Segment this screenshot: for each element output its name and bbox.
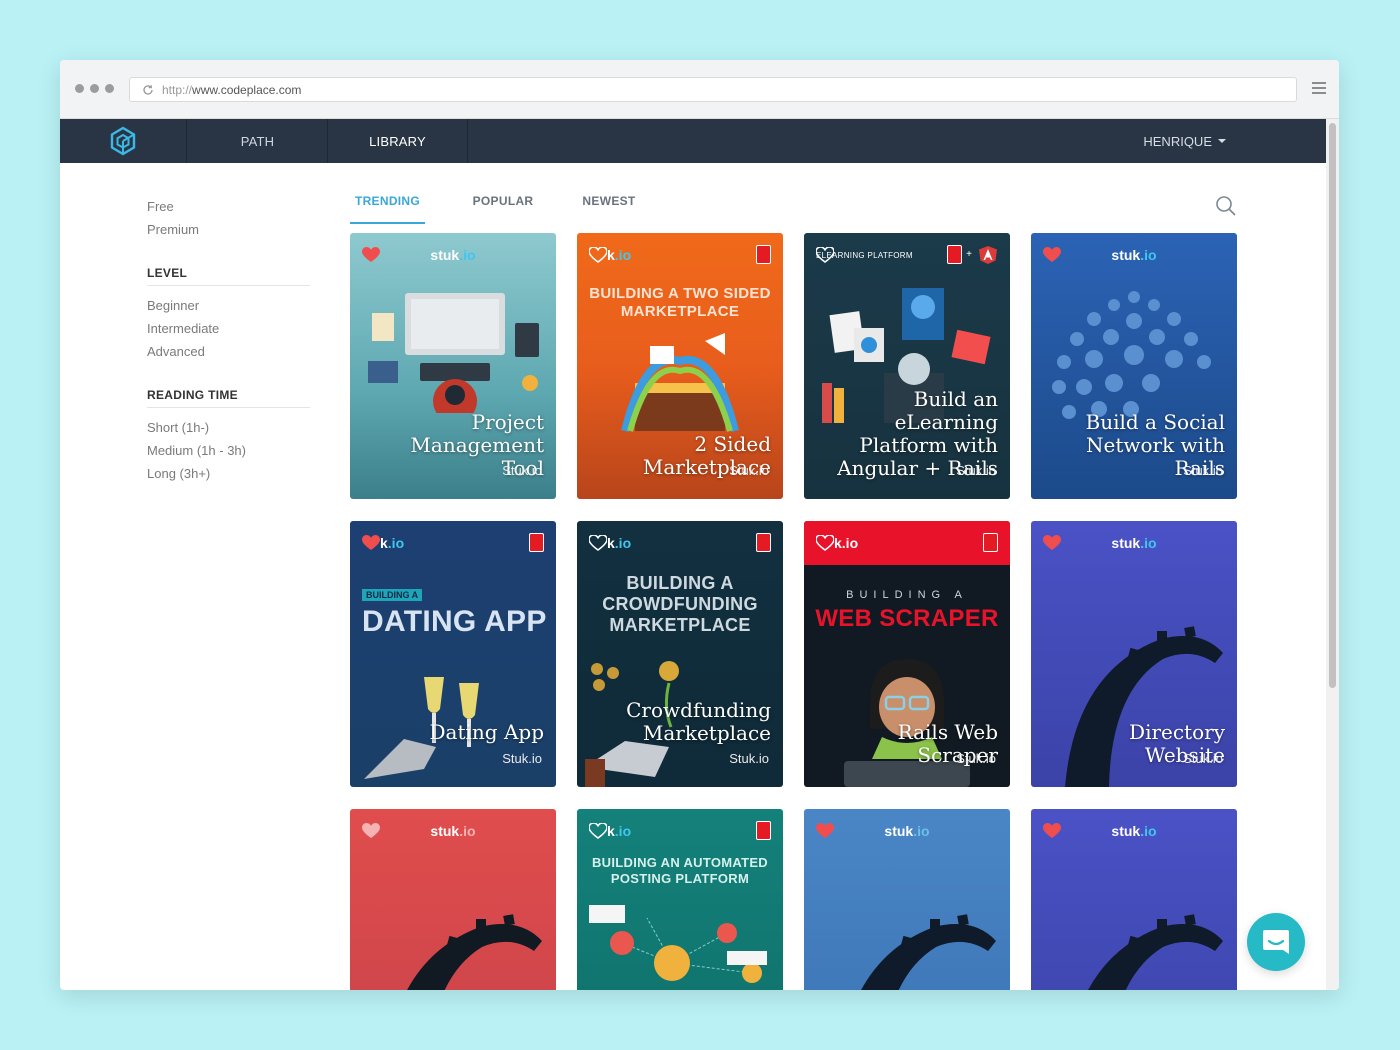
window-dot[interactable] [75,84,84,93]
rails-tentacle-illustration [1088,914,1223,990]
partner-label: ELEARNING PLATFORM [816,251,913,260]
course-card[interactable]: k.io BUILDING A WEB SCRAPER Rails Web Sc… [804,521,1010,787]
card-headline: BUILDING A [846,589,968,601]
stuk-logo: k.io [607,823,632,839]
stuk-logo: stuk.io [884,823,930,839]
stuk-logo: k.io [834,535,859,551]
tab-newest[interactable]: NEWEST [576,188,642,224]
card-author: Stuk.io [502,751,542,766]
course-card[interactable]: stuk.io Directory Website Stuk.io [1031,521,1237,787]
filter-intermediate[interactable]: Intermediate [147,317,310,340]
heart-icon[interactable] [589,535,607,551]
search-icon[interactable] [1215,195,1237,217]
filter-premium[interactable]: Premium [147,218,310,241]
card-headline: WEB SCRAPER [815,605,999,632]
hamburger-menu-icon[interactable] [1312,82,1326,97]
plus-sign: + [966,249,972,260]
network-illustration [589,905,767,983]
card-author: Stuk.io [1183,751,1223,766]
card-title: Dating App [429,720,544,744]
card-author: Stuk.io [1183,463,1223,478]
rails-badge-icon [983,533,998,552]
course-card[interactable]: stuk.io Build a Social Network with Rails… [1031,233,1237,499]
stuk-logo: stuk.io [430,247,476,263]
tab-trending[interactable]: TRENDING [350,188,425,224]
filter-sidebar: Free Premium LEVEL Beginner Intermediate… [147,195,310,485]
address-bar[interactable]: http://www.codeplace.com [129,77,1297,102]
building-tag: BUILDING A [362,589,423,601]
chat-icon [1263,930,1289,954]
rails-badge-icon [947,245,962,264]
card-author: Stuk.io [729,463,769,478]
url-text: http://www.codeplace.com [162,82,302,97]
filter-long[interactable]: Long (3h+) [147,462,310,485]
course-card[interactable]: stuk.io [804,809,1010,990]
heart-icon[interactable] [816,535,834,551]
tab-popular[interactable]: POPULAR [467,188,539,224]
stuk-logo: stuk.io [1111,535,1157,551]
stuk-logo: stuk.io [1111,247,1157,263]
rails-tentacle-illustration [861,914,996,990]
rails-badge-icon [756,245,771,264]
card-author: Stuk.io [956,751,996,766]
card-author: Stuk.io [502,463,542,478]
filter-medium[interactable]: Medium (1h - 3h) [147,439,310,462]
stuk-logo: stuk.io [1111,823,1157,839]
top-navigation: PATH LIBRARY HENRIQUE [60,119,1326,163]
course-card[interactable]: k.io BUILDING A TWO SIDED MARKETPLACE 2 S… [577,233,783,499]
filter-short[interactable]: Short (1h-) [147,416,310,439]
stuk-logo: k.io [607,247,632,263]
heart-icon[interactable] [589,247,607,263]
course-grid: stuk.io Project Management Tool Stuk.io k… [350,233,1238,990]
codeplace-logo[interactable] [60,119,187,163]
filter-free[interactable]: Free [147,195,310,218]
heart-icon[interactable] [589,823,607,839]
browser-toolbar: http://www.codeplace.com [60,60,1339,119]
reading-time-heading: READING TIME [147,388,310,408]
filter-advanced[interactable]: Advanced [147,340,310,363]
course-card[interactable]: k.io BUILDING A CROWDFUNDING MARKETPLACE C… [577,521,783,787]
caret-down-icon [1218,139,1226,143]
hexagon-logo-icon [110,126,136,156]
card-headline: DATING APP [362,605,547,638]
reload-icon[interactable] [142,84,154,96]
rails-badge-icon [756,533,771,552]
user-name: HENRIQUE [1143,133,1212,149]
window-dot[interactable] [90,84,99,93]
angular-badge-icon [979,246,997,264]
window-controls[interactable] [75,84,114,93]
window-dot[interactable] [105,84,114,93]
nav-library[interactable]: LIBRARY [328,119,468,163]
social-network-illustration [1052,291,1211,419]
level-heading: LEVEL [147,266,310,286]
user-menu[interactable]: HENRIQUE [1143,119,1226,163]
browser-window: http://www.codeplace.com PATH LIBRARY HE… [60,60,1339,990]
card-author: Stuk.io [956,463,996,478]
rails-badge-icon [756,821,771,840]
course-card[interactable]: stuk.io Project Management Tool Stuk.io [350,233,556,499]
course-card[interactable]: k.io BUILDING A DATING APP Dating App St… [350,521,556,787]
card-headline: BUILDING A TWO SIDED MARKETPLACE [589,285,771,320]
nav-path[interactable]: PATH [188,119,328,163]
course-card[interactable]: stuk.io [350,809,556,990]
stuk-logo: stuk.io [430,823,476,839]
card-title: Crowdfunding Marketplace [626,698,771,745]
course-card[interactable]: stuk.io [1031,809,1237,990]
scrollbar-thumb[interactable] [1329,123,1336,688]
stuk-logo: k.io [607,535,632,551]
page-scrollbar[interactable] [1326,119,1339,990]
course-card[interactable]: ELEARNING PLATFORM + Build an eLearning P… [804,233,1010,499]
card-headline: BUILDING AN AUTOMATED POSTING PLATFORM [591,855,768,886]
rails-badge-icon [529,533,544,552]
chat-button[interactable] [1247,913,1305,971]
heart-icon[interactable] [362,535,380,551]
card-author: Stuk.io [729,751,769,766]
desk-illustration [368,293,539,413]
stuk-logo: k.io [380,535,405,551]
course-card[interactable]: k.io BUILDING AN AUTOMATED POSTING PLATFO… [577,809,783,990]
filter-beginner[interactable]: Beginner [147,294,310,317]
rails-tentacle-illustration [407,914,542,990]
card-headline: BUILDING A CROWDFUNDING MARKETPLACE [602,573,758,635]
